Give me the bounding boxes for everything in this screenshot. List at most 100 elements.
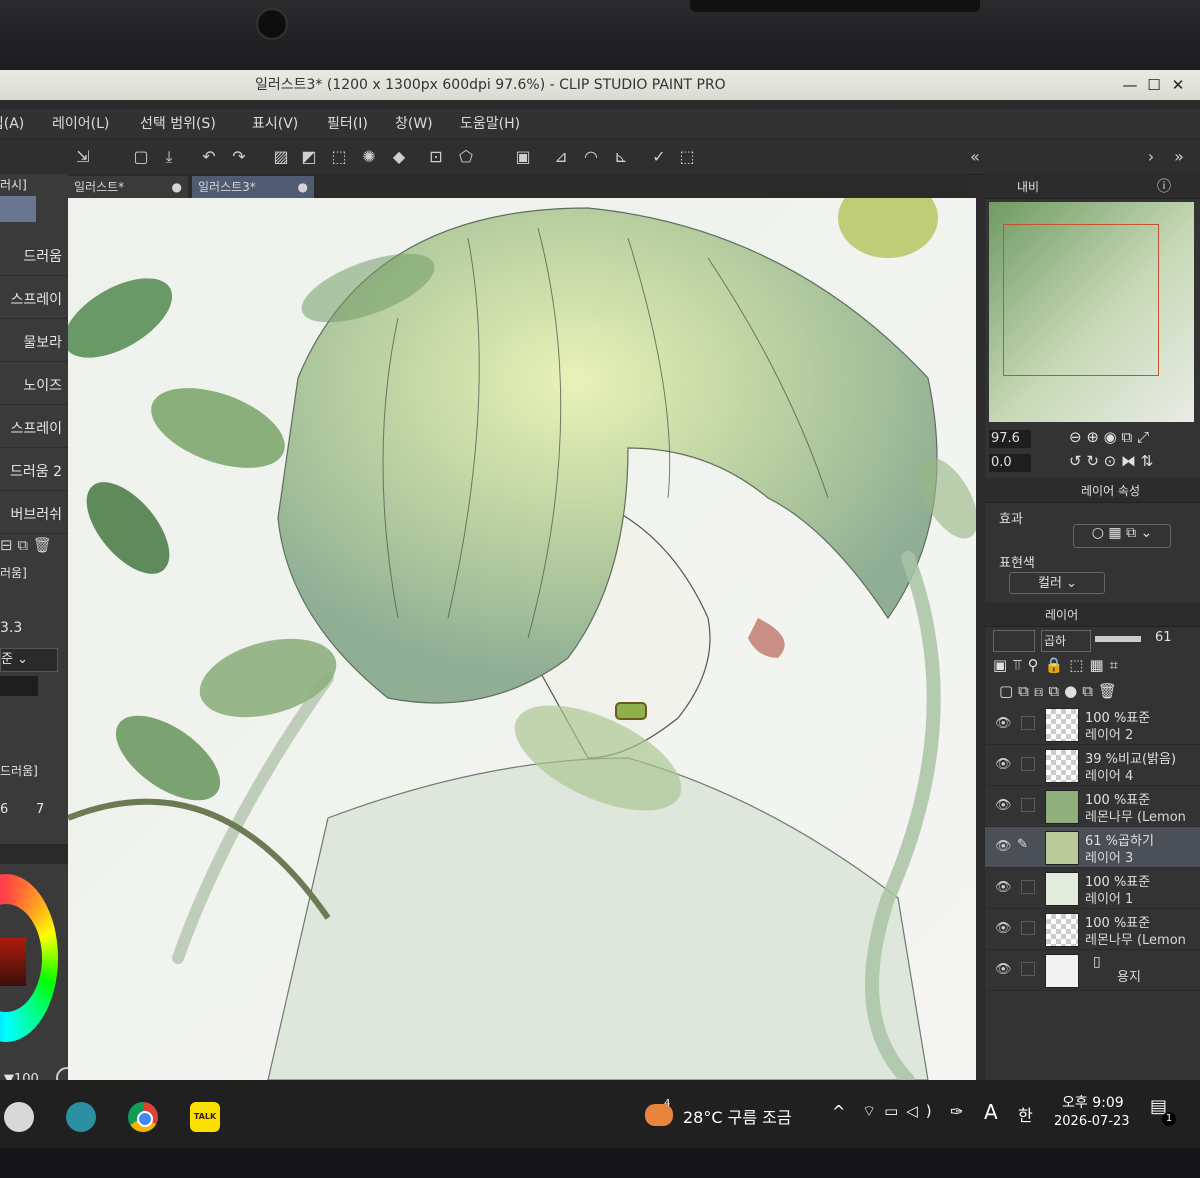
selection-pen-icon[interactable]: ⊿ — [550, 146, 572, 168]
minimize-button[interactable]: — — [1118, 70, 1142, 100]
ime-mode[interactable]: A — [984, 1100, 998, 1124]
check-icon[interactable]: ✓ — [648, 146, 670, 168]
chrome-icon[interactable] — [128, 1102, 158, 1132]
layer-opacity-value[interactable]: 61 — [1155, 630, 1172, 645]
zoom-controls-icons[interactable]: ⊖ ⊕ ◉ ⧉ ⤢ — [1069, 428, 1149, 446]
eye-icon[interactable]: 👁 — [995, 839, 1012, 855]
pen-tray-icon[interactable]: ✑ — [950, 1102, 963, 1121]
brush-item[interactable]: 물보라 — [0, 324, 70, 362]
layer-property-tab[interactable]: 레이어 속성 — [1081, 482, 1140, 499]
tab-illust3[interactable]: 일러스트3* ● — [192, 176, 314, 198]
maximize-button[interactable]: ☐ — [1142, 70, 1166, 100]
eye-icon[interactable]: 👁 — [995, 716, 1012, 732]
close-button[interactable]: ✕ — [1166, 70, 1190, 100]
brush-actions-icons[interactable]: ⊟ ⧉ 🗑 — [0, 536, 52, 554]
tool-menu-icon[interactable]: ⇲ — [72, 146, 94, 168]
tray-icons[interactable]: ⌔▭◁) — [862, 1102, 940, 1121]
layer-checkbox[interactable] — [1021, 962, 1035, 976]
zoom-field[interactable]: 97.6 — [989, 430, 1031, 448]
menu-layer[interactable]: 레이어(L) — [52, 110, 109, 138]
eye-icon[interactable]: 👁 — [995, 880, 1012, 896]
layer-action-icons[interactable]: ▢⧉⧈⧉●⧉🗑 — [999, 682, 1122, 700]
layer-row[interactable]: 👁 100 %표준 레몬나무 (Lemon — [985, 909, 1200, 950]
layer-checkbox[interactable] — [1021, 716, 1035, 730]
layer-row[interactable]: 👁 100 %표준 레이어 1 — [985, 868, 1200, 909]
chevron-up-icon[interactable]: ^ — [832, 1102, 845, 1121]
layer-row[interactable]: 👁 100 %표준 레이어 2 — [985, 704, 1200, 745]
kakaotalk-icon[interactable]: TALK — [190, 1102, 220, 1132]
collapse-left-icon[interactable]: « — [964, 146, 986, 168]
layer-checkbox[interactable] — [1021, 921, 1035, 935]
brush-item[interactable]: 버브러쉬 — [0, 496, 70, 534]
eye-icon[interactable]: 👁 — [995, 962, 1012, 978]
clock-date[interactable]: 2026-07-23 — [1054, 1114, 1130, 1129]
color-wheel[interactable] — [0, 874, 58, 1042]
ruler-icon[interactable]: ▣ — [512, 146, 534, 168]
layer-row[interactable]: 👁 ▯ 용지 — [985, 950, 1200, 991]
menu-window[interactable]: 창(W) — [395, 110, 433, 138]
deselect-icon[interactable]: ⬚ — [328, 146, 350, 168]
color-mode-select[interactable] — [993, 630, 1035, 652]
brush-item[interactable]: 드러움 2 — [0, 453, 70, 491]
save-icon[interactable]: ⤓ — [158, 146, 180, 168]
brush-panel: 러시] 드러움 스프레이 물보라 노이즈 스프레이 드러움 2 버브러쉬 ⊟ ⧉… — [0, 174, 78, 1148]
layer-row-selected[interactable]: 👁 ✎ 61 %곱하기 레이어 3 — [985, 827, 1200, 868]
navigator-thumbnail[interactable] — [989, 202, 1194, 422]
brush-item[interactable]: 드러움 — [0, 238, 70, 276]
invert-selection-icon[interactable]: ✺ — [358, 146, 380, 168]
effect-buttons[interactable]: ○ ▦ ⧉ ⌄ — [1073, 524, 1171, 548]
paint-bucket-icon[interactable]: ◆ — [388, 146, 410, 168]
fill-icon[interactable]: ◩ — [298, 146, 320, 168]
ime-hangul[interactable]: 한 — [1018, 1102, 1033, 1126]
brush-select-icon[interactable]: ◠ — [580, 146, 602, 168]
brush-size-value[interactable]: 3.3 — [0, 620, 22, 636]
layer-checkbox[interactable] — [1021, 880, 1035, 894]
rotate-controls-icons[interactable]: ↺ ↻ ⊙ ⧓ ⇅ — [1069, 452, 1153, 470]
panel-menu-icon[interactable]: » — [1168, 146, 1190, 168]
blend-mode-select[interactable]: 곱하 — [1041, 630, 1091, 652]
eye-icon[interactable]: 👁 — [995, 757, 1012, 773]
menu-filter[interactable]: 필터(I) — [327, 110, 368, 138]
clock-time[interactable]: 오후 9:09 — [1062, 1092, 1124, 1112]
grid-icon[interactable]: ⬚ — [676, 146, 698, 168]
tab-illust[interactable]: 일러스트* ● — [68, 176, 188, 198]
layer-checkbox[interactable] — [1021, 798, 1035, 812]
expression-color-select[interactable]: 컬러 ⌄ — [1009, 572, 1105, 594]
app-icon-paint[interactable] — [4, 1102, 34, 1132]
brush-item[interactable]: 스프레이 — [0, 281, 70, 319]
weather-text[interactable]: 28°C 구름 조금 — [683, 1104, 792, 1128]
app-icon-clip[interactable] — [66, 1102, 96, 1132]
undo-icon[interactable]: ↶ — [198, 146, 220, 168]
free-transform-icon[interactable]: ⬠ — [455, 146, 477, 168]
menu-selection[interactable]: 선택 범위(S) — [140, 110, 216, 138]
eye-icon[interactable]: 👁 — [995, 798, 1012, 814]
menu-help[interactable]: 도움말(H) — [460, 110, 520, 138]
drawing-canvas[interactable] — [68, 198, 976, 1080]
brush-item[interactable]: 스프레이 — [0, 410, 70, 448]
info-icon[interactable]: ⓘ — [1157, 176, 1171, 196]
new-canvas-icon[interactable]: ▢ — [130, 146, 152, 168]
transform-icon[interactable]: ⊡ — [425, 146, 447, 168]
slider-field[interactable] — [0, 676, 38, 696]
menu-view[interactable]: 표시(V) — [252, 110, 298, 138]
layer-lock-icons[interactable]: ▣⫪⚲🔒⬚▦⌗ — [993, 656, 1124, 674]
eraser-select-icon[interactable]: ⊾ — [610, 146, 632, 168]
eye-icon[interactable]: 👁 — [995, 921, 1012, 937]
layer-name: 용지 — [1117, 970, 1141, 985]
layer-row[interactable]: 👁 100 %표준 레몬나무 (Lemon — [985, 786, 1200, 827]
expand-right-icon[interactable]: › — [1140, 146, 1162, 168]
rotate-field[interactable]: 0.0 — [989, 454, 1031, 472]
view-frame[interactable] — [1003, 224, 1159, 376]
layer-tab[interactable]: 레이어 — [1045, 606, 1078, 623]
layer-name: 레몬나무 (Lemon — [1085, 810, 1186, 825]
redo-icon[interactable]: ↷ — [228, 146, 250, 168]
brush-item[interactable]: 노이즈 — [0, 367, 70, 405]
opacity-slider[interactable] — [1095, 636, 1141, 642]
blend-select[interactable]: 준 ⌄ — [0, 648, 58, 672]
layer-row[interactable]: 👁 39 %비교(밝음) 레이어 4 — [985, 745, 1200, 786]
brush-group-tab[interactable] — [0, 196, 36, 222]
menu-edit[interactable]: 편집(A) — [0, 110, 24, 138]
navigator-tab[interactable]: 내비 — [1017, 178, 1039, 195]
layer-checkbox[interactable] — [1021, 757, 1035, 771]
clear-icon[interactable]: ▨ — [270, 146, 292, 168]
